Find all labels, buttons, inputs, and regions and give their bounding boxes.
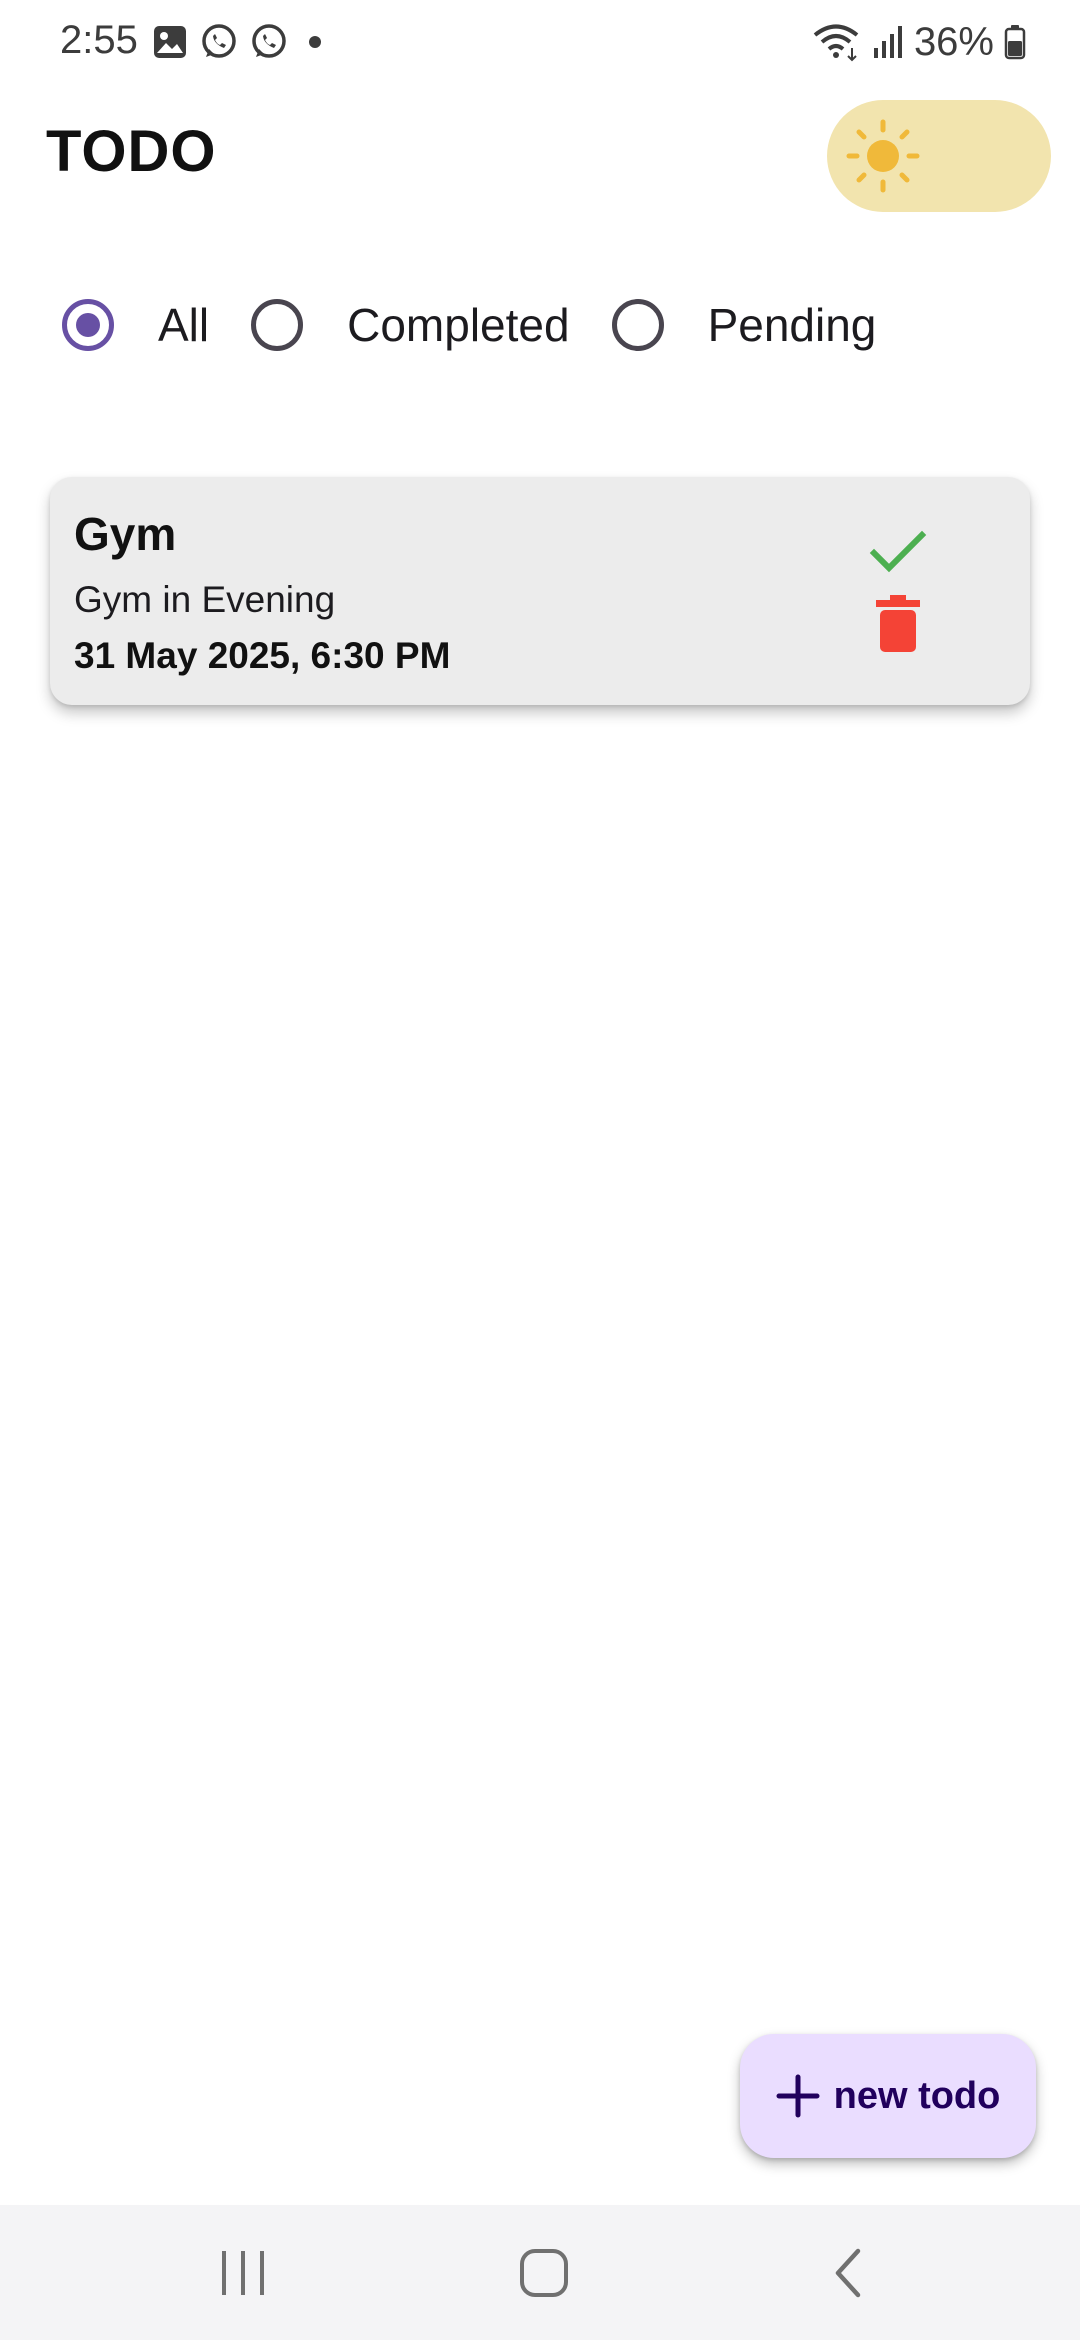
notification-icons xyxy=(152,22,330,62)
trash-icon xyxy=(876,595,920,652)
todo-date: 31 May 2025, 6:30 PM xyxy=(74,635,451,676)
whatsapp-icon xyxy=(202,24,236,58)
back-button[interactable] xyxy=(826,2243,870,2308)
status-time: 2:55 xyxy=(60,18,138,62)
radio-pending[interactable] xyxy=(611,299,664,351)
recents-icon xyxy=(222,2251,264,2295)
home-button[interactable] xyxy=(516,2243,572,2308)
dot-icon xyxy=(309,36,321,48)
mark-complete-button[interactable] xyxy=(868,527,928,577)
filter-all[interactable]: All xyxy=(62,298,251,352)
image-icon xyxy=(154,26,186,58)
todo-card[interactable]: Gym Gym in Evening 31 May 2025, 6:30 PM xyxy=(50,477,1030,705)
check-icon xyxy=(869,530,927,573)
recents-button[interactable] xyxy=(218,2243,268,2308)
signal-icon xyxy=(873,26,902,58)
filter-completed[interactable]: Completed xyxy=(251,298,611,352)
theme-toggle[interactable] xyxy=(827,100,1051,212)
plus-icon xyxy=(776,2074,820,2118)
radio-all[interactable] xyxy=(62,299,114,351)
whatsapp-icon xyxy=(252,24,286,58)
page-title: TODO xyxy=(46,119,217,184)
todo-description: Gym in Evening xyxy=(74,579,336,620)
battery-percent: 36% xyxy=(913,19,994,64)
status-bar: 2:55 36% xyxy=(0,0,1080,84)
navigation-bar xyxy=(0,2205,1080,2340)
delete-button[interactable] xyxy=(874,595,922,653)
new-todo-label: new todo xyxy=(833,2074,1001,2117)
radio-completed[interactable] xyxy=(251,299,304,351)
filter-pending[interactable]: Pending xyxy=(611,298,877,352)
filter-pending-label: Pending xyxy=(707,299,877,351)
system-icons: 36% xyxy=(812,18,1026,66)
todo-title: Gym xyxy=(74,508,177,560)
filter-completed-label: Completed xyxy=(347,299,570,351)
sun-icon xyxy=(846,119,920,193)
filter-radio-group: All Completed Pending xyxy=(62,290,876,360)
new-todo-button[interactable]: new todo xyxy=(740,2034,1036,2158)
todo-screen: 2:55 36% TODO All Completed Pending Gym … xyxy=(0,0,1080,2340)
filter-all-label: All xyxy=(158,299,210,351)
back-icon xyxy=(835,2248,861,2298)
home-icon xyxy=(520,2249,568,2297)
wifi-icon xyxy=(813,24,859,62)
battery-icon xyxy=(1004,25,1026,60)
